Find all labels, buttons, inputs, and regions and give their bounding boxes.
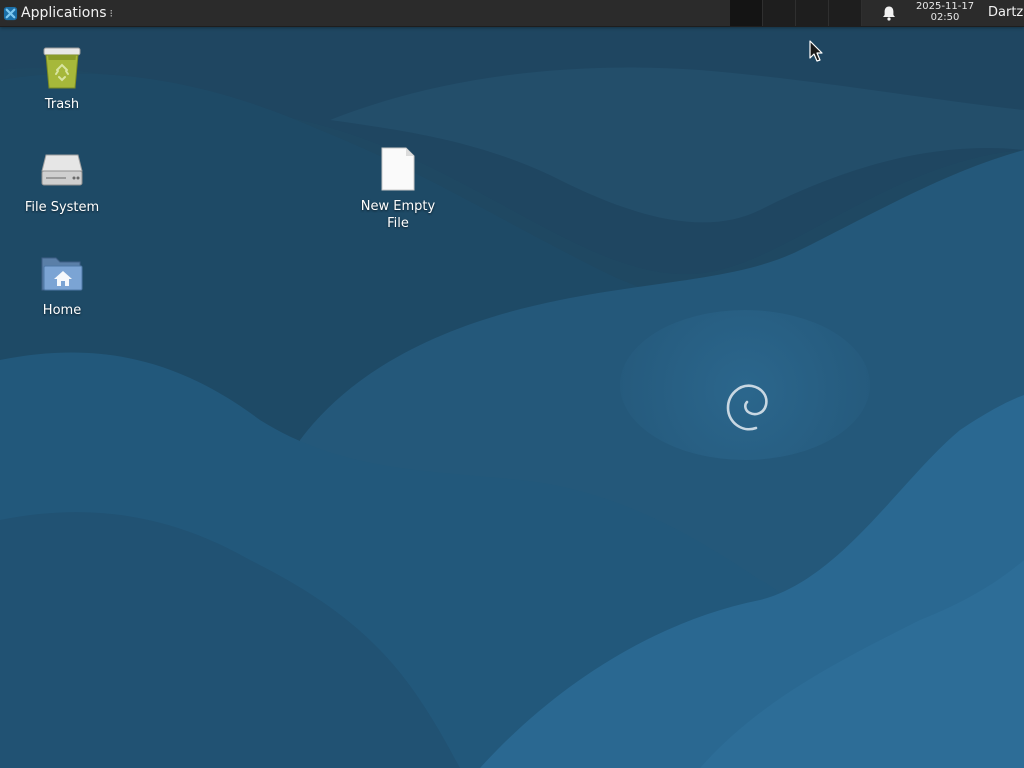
desktop-icon-label: File System xyxy=(24,200,100,215)
desktop-icon-home[interactable]: Home xyxy=(12,250,112,319)
workspace-3[interactable] xyxy=(796,0,829,26)
home-folder-icon xyxy=(41,257,83,291)
trash-icon xyxy=(43,47,81,89)
panel-clock[interactable]: 2025-11-17 02:50 xyxy=(908,1,982,23)
drive-icon xyxy=(41,154,83,186)
desktop-wallpaper xyxy=(0,0,1024,768)
desktop-icon-trash[interactable]: Trash xyxy=(12,44,112,113)
clock-date: 2025-11-17 xyxy=(915,1,975,12)
workspace-switcher xyxy=(730,0,862,26)
desktop-icon-label: Home xyxy=(42,303,82,318)
mouse-pointer-icon xyxy=(809,40,823,62)
empty-file-icon xyxy=(381,147,415,191)
desktop-icon-file-system[interactable]: File System xyxy=(12,147,112,216)
clock-time: 02:50 xyxy=(930,12,960,23)
panel-handle-icon: ⁝ xyxy=(109,6,114,20)
applications-menu-label: Applications xyxy=(21,5,107,21)
desktop-icon-new-empty-file[interactable]: New Empty File xyxy=(348,146,448,232)
workspace-4[interactable] xyxy=(829,0,862,26)
top-panel: Applications ⁝ 2025-11-17 02:50 Dartz xyxy=(0,0,1024,27)
desktop-icon-label: New Empty File xyxy=(360,199,436,231)
debian-swirl-logo xyxy=(726,384,768,431)
bell-icon[interactable] xyxy=(880,4,898,22)
applications-menu-button[interactable]: Applications ⁝ xyxy=(0,0,113,26)
user-menu[interactable]: Dartz xyxy=(988,0,1024,26)
workspace-2[interactable] xyxy=(763,0,796,26)
desktop-icon-label: Trash xyxy=(44,97,80,112)
workspace-1[interactable] xyxy=(730,0,763,26)
xfce-logo-icon xyxy=(3,6,18,20)
